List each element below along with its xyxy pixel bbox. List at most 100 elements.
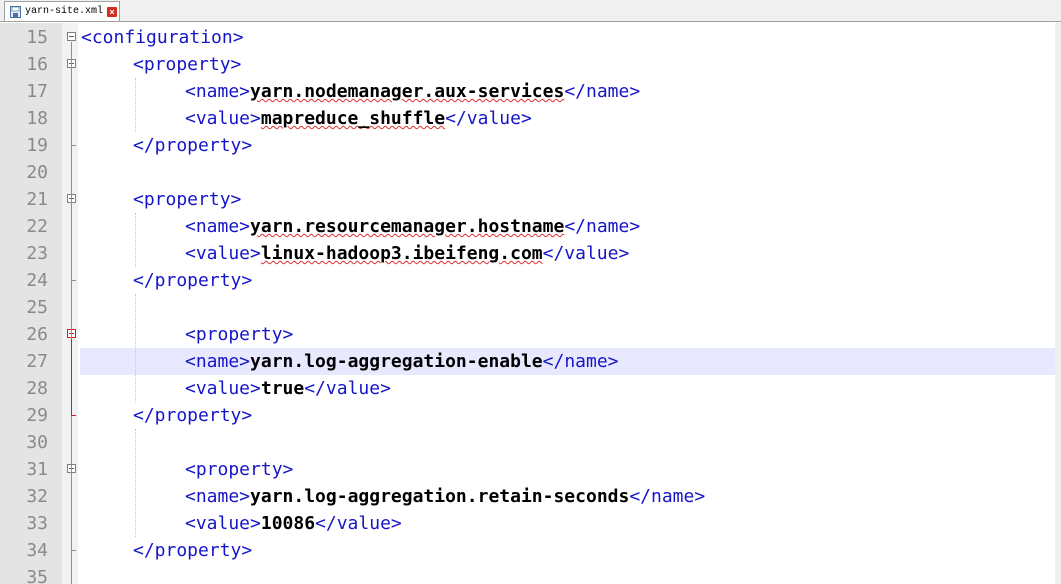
line-number: 15 [26,27,48,48]
indent-guide [135,294,136,402]
xml-open-tag: <property> [185,459,294,480]
indent-guide [135,429,136,537]
xml-open-tag: <name> [185,351,251,372]
xml-open-tag: <name> [185,216,251,237]
xml-close-tag: </name> [629,486,706,507]
xml-close-tag: </name> [542,351,619,372]
code-line[interactable]: 24 </property> [0,267,1055,294]
line-number: 33 [26,513,48,534]
code-text: <value>linux-hadoop3.ibeifeng.com</value… [185,240,629,267]
code-text: <value>true</value> [185,375,391,402]
xml-open-tag: </property> [133,270,253,291]
line-number: 26 [26,324,48,345]
xml-open-tag: <value> [185,243,261,264]
fold-range-line [71,339,72,415]
xml-close-tag: </value> [304,378,391,399]
fold-toggle-icon[interactable] [67,32,76,41]
code-text: <name>yarn.log-aggregation-enable</name> [185,348,619,375]
xml-text-value: yarn.resourcemanager.hostname [250,216,565,237]
code-line[interactable]: 31 <property> [0,456,1055,483]
xml-text-value: yarn.log-aggregation.retain-seconds [250,486,630,507]
xml-open-tag: <property> [185,324,294,345]
line-number: 18 [26,108,48,129]
xml-text-value: yarn.log-aggregation-enable [250,351,543,372]
code-line[interactable]: 29 </property> [0,402,1055,429]
code-text: </property> [133,132,252,159]
code-line[interactable]: 33 <value>10086</value> [0,510,1055,537]
line-number: 34 [26,540,48,561]
code-text: <name>yarn.log-aggregation.retain-second… [185,483,705,510]
close-icon[interactable]: × [107,6,118,17]
code-line[interactable]: 26 <property> [0,321,1055,348]
scroll-edge [1055,23,1061,584]
tab-bar: yarn-site.xml × [0,0,1061,22]
line-number: 25 [26,297,48,318]
xml-open-tag: <property> [133,189,242,210]
xml-open-tag: </property> [133,540,253,561]
fold-end-tick [71,415,76,416]
code-text: <property> [185,456,293,483]
xml-open-tag: <configuration> [81,27,244,48]
xml-close-tag: </name> [564,81,641,102]
line-number: 29 [26,405,48,426]
line-number: 20 [26,162,48,183]
line-number: 27 [26,351,48,372]
code-line[interactable]: 20 [0,159,1055,186]
code-text: <configuration> [81,24,244,51]
code-line[interactable]: 35 [0,564,1055,584]
xml-open-tag: <name> [185,486,251,507]
code-line[interactable]: 16 <property> [0,51,1055,78]
code-text: <property> [133,186,241,213]
tab-label: yarn-site.xml [25,6,104,17]
code-line[interactable]: 17 <name>yarn.nodemanager.aux-services</n… [0,78,1055,105]
xml-close-tag: </value> [542,243,630,264]
code-line[interactable]: 23 <value>linux-hadoop3.ibeifeng.com</val… [0,240,1055,267]
code-line[interactable]: 30 [0,429,1055,456]
line-number: 17 [26,81,48,102]
xml-text-value: 10086 [260,513,316,534]
line-number: 23 [26,243,48,264]
line-number: 30 [26,432,48,453]
code-text: </property> [133,267,252,294]
tab-yarn-site[interactable]: yarn-site.xml × [4,1,120,21]
code-text: <name>yarn.resourcemanager.hostname</nam… [185,213,640,240]
code-text: </property> [133,402,252,429]
line-number: 21 [26,189,48,210]
code-line[interactable]: 18 <value>mapreduce_shuffle</value> [0,105,1055,132]
code-line[interactable]: 25 [0,294,1055,321]
code-text: <value>mapreduce_shuffle</value> [185,105,532,132]
line-number: 32 [26,486,48,507]
xml-open-tag: </property> [133,405,253,426]
xml-close-tag: </value> [445,108,532,129]
code-line[interactable]: 32 <name>yarn.log-aggregation.retain-seco… [0,483,1055,510]
code-line[interactable]: 19 </property> [0,132,1055,159]
code-line[interactable]: 22 <name>yarn.resourcemanager.hostname</n… [0,213,1055,240]
code-line[interactable]: 27 <name>yarn.log-aggregation-enable</nam… [0,348,1055,375]
code-line[interactable]: 28 <value>true</value> [0,375,1055,402]
code-text: </property> [133,537,252,564]
line-number: 19 [26,135,48,156]
code-line[interactable]: 15 <configuration> [0,24,1055,51]
line-number: 28 [26,378,48,399]
xml-close-tag: </name> [564,216,641,237]
code-text: <name>yarn.nodemanager.aux-services</nam… [185,78,640,105]
code-editor[interactable]: 15 <configuration> 16 <property> 17 <name>yar… [0,23,1061,584]
line-number: 16 [26,54,48,75]
xml-text-value: true [260,378,305,399]
fold-end-tick [71,280,76,281]
xml-open-tag: <value> [185,378,261,399]
code-text: <property> [185,321,293,348]
fold-range-line [71,474,72,550]
code-text: <value>10086</value> [185,510,402,537]
line-number: 35 [26,567,48,584]
fold-end-tick [71,550,76,551]
line-number: 24 [26,270,48,291]
code-line[interactable]: 21 <property> [0,186,1055,213]
xml-close-tag: </value> [315,513,402,534]
xml-open-tag: <value> [185,513,261,534]
xml-open-tag: <property> [133,54,242,75]
line-number: 31 [26,459,48,480]
code-line[interactable]: 34 </property> [0,537,1055,564]
xml-open-tag: </property> [133,135,253,156]
xml-text-value: mapreduce_shuffle [260,108,446,129]
